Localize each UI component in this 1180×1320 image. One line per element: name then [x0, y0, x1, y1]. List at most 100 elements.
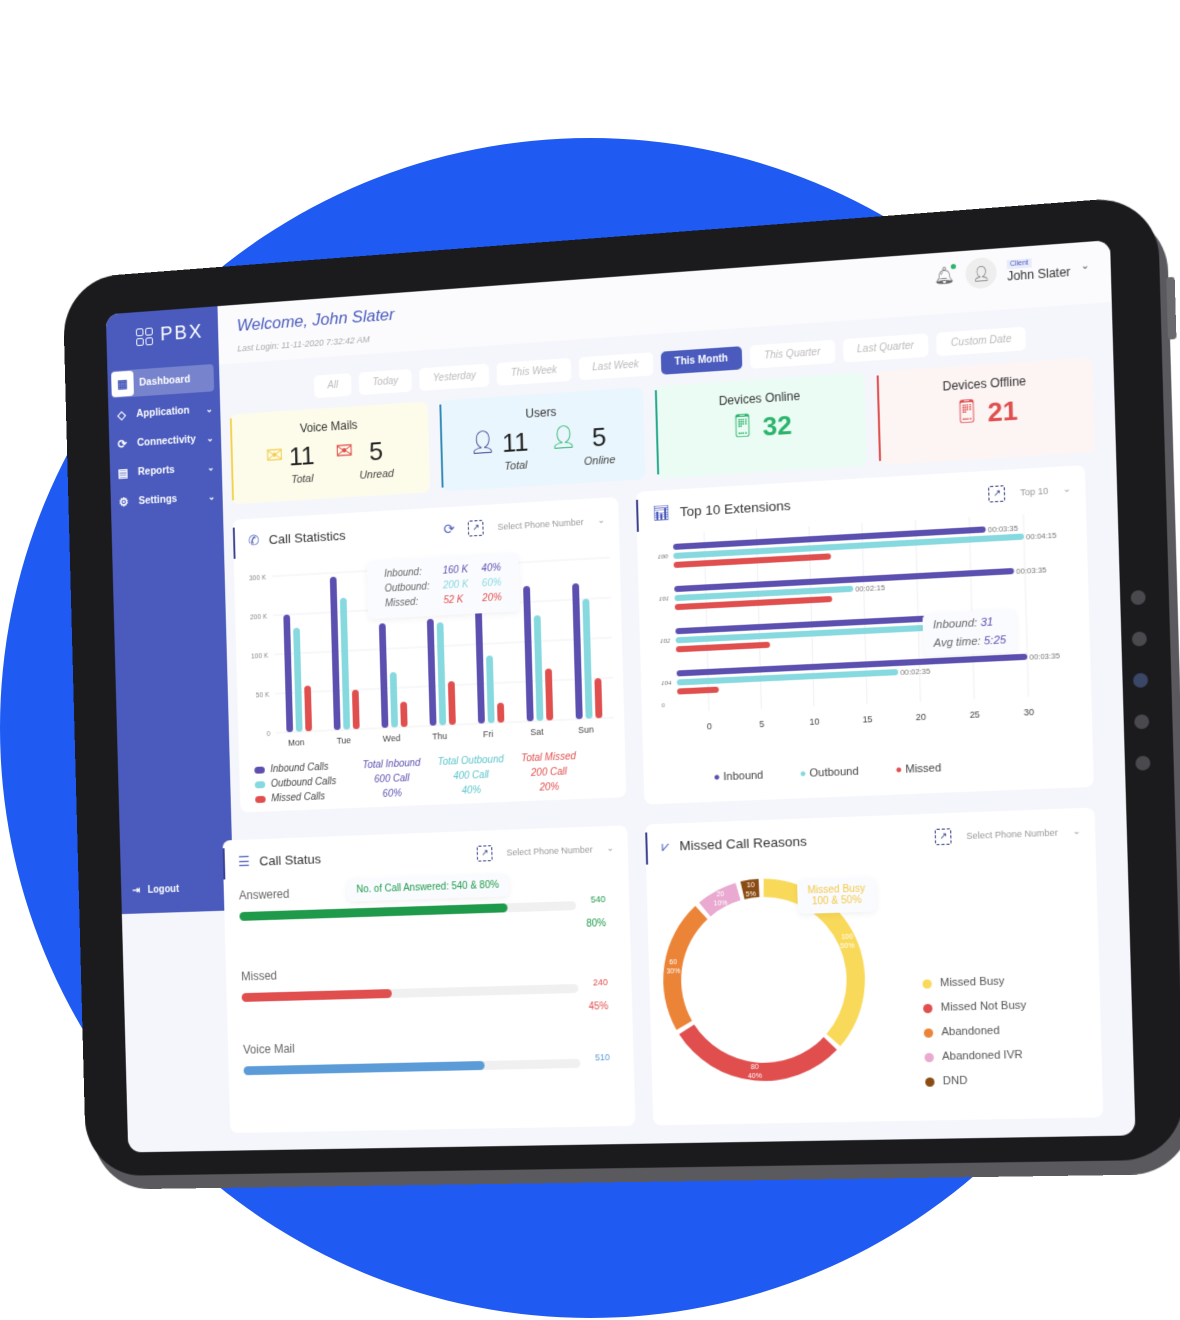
- refresh-icon[interactable]: ⟳: [443, 521, 455, 538]
- bell-icon[interactable]: 🔔︎: [934, 263, 956, 287]
- legend-dot: [923, 1003, 933, 1013]
- sensor-dot: [1134, 714, 1150, 730]
- x-tick-label: 0: [707, 721, 712, 732]
- chevron-down-icon[interactable]: ⌄: [1081, 260, 1090, 272]
- sidebar-item-dashboard[interactable]: ▦ Dashboard: [111, 364, 215, 399]
- top-n-select[interactable]: Top 10: [1020, 485, 1049, 497]
- bar-missed-calls: [544, 668, 554, 721]
- report-icon: ▤: [117, 465, 129, 481]
- status-percent: 80%: [586, 918, 607, 930]
- top-extensions-chart: 0 5 10 15 20 25 30 0 100 00:03:35 00:04:15 101 00:03…: [657, 510, 1060, 732]
- bar-outbound-calls: [436, 622, 447, 726]
- expand-icon[interactable]: ↗: [935, 827, 952, 845]
- call-statistics-panel: ✆ Call Statistics ⟳ ↗ Select Phone Numbe…: [232, 496, 627, 813]
- tooltip-label: Avg time:: [933, 635, 981, 650]
- logout-button[interactable]: ⇥ Logout: [132, 884, 179, 896]
- phone-number-select[interactable]: Select Phone Number: [506, 844, 593, 857]
- hbar-missed: [675, 641, 771, 653]
- legend-dot: [924, 1052, 934, 1062]
- chevron-down-icon[interactable]: ⌄: [1072, 826, 1080, 838]
- bar-outbound-calls: [486, 655, 495, 724]
- bar-outbound-calls: [583, 599, 593, 720]
- sidebar: PBX ▦ Dashboard ◇ Application ⌄ ⟳ Connectivity…: [105, 306, 234, 915]
- tooltip-value: 52 K: [443, 594, 464, 607]
- chevron-down-icon[interactable]: ⌄: [1063, 483, 1071, 495]
- status-progress: [243, 1058, 581, 1076]
- filter-last-week[interactable]: Last Week: [578, 352, 654, 381]
- filter-last-quarter[interactable]: Last Quarter: [842, 333, 929, 363]
- tooltip-value: 200 K: [442, 579, 469, 592]
- phone-number-select[interactable]: Select Phone Number: [497, 516, 583, 531]
- y-tick-label: 104: [661, 680, 672, 688]
- status-label: Missed: [240, 968, 278, 984]
- filter-this-week[interactable]: This Week: [496, 357, 571, 386]
- chevron-down-icon[interactable]: ⌄: [597, 515, 605, 526]
- sidebar-nav: ▦ Dashboard ◇ Application ⌄ ⟳ Connectivity ⌄ ▤ Re…: [107, 364, 223, 517]
- sidebar-item-label: Dashboard: [139, 373, 191, 389]
- logout-icon: ⇥: [132, 885, 141, 897]
- total-outbound: Total Outbound 400 Call 40%: [437, 754, 504, 797]
- filter-this-quarter[interactable]: This Quarter: [749, 339, 835, 369]
- card-voice-mails[interactable]: Voice Mails ✉ 11 Total ✉ 5 Unread: [229, 401, 431, 505]
- x-tick-label: 15: [862, 714, 873, 725]
- bar-missed-calls: [304, 685, 313, 732]
- filter-this-month[interactable]: This Month: [660, 346, 743, 375]
- slice-pct-label: 30%: [666, 968, 680, 976]
- status-count: 540: [590, 894, 606, 905]
- expand-icon[interactable]: ↗: [476, 844, 493, 862]
- filter-custom-date[interactable]: Custom Date: [936, 326, 1027, 357]
- user-menu[interactable]: 🔔︎ 👤︎ Client John Slater ⌄: [934, 250, 1090, 292]
- app-logo[interactable]: PBX: [106, 306, 219, 350]
- bar-outbound-calls: [533, 615, 544, 722]
- slice-value-label: 60: [669, 959, 677, 966]
- expand-icon[interactable]: ↗: [468, 519, 485, 537]
- welcome-title: Welcome, John Slater: [236, 304, 395, 336]
- bar-missed-calls: [447, 681, 456, 725]
- slice-pct-label: 50%: [840, 943, 854, 951]
- camera-lens: [1132, 672, 1149, 688]
- grid-icon: ▦: [111, 370, 134, 398]
- legend-item: ● Inbound: [713, 769, 764, 784]
- y-tick-label: 50 K: [256, 692, 270, 700]
- call-stats-tooltip: Inbound: 160 K 40% Outbound: 200 K 60% Misse…: [366, 552, 520, 620]
- sidebar-item-settings[interactable]: ⚙ Settings ⌄: [111, 482, 223, 516]
- bar-inbound-calls: [283, 614, 294, 733]
- slice-value-label: 100: [841, 934, 853, 942]
- sidebar-item-reports[interactable]: ▤ Reports ⌄: [110, 453, 222, 487]
- slice-value-label: 80: [751, 1064, 759, 1071]
- gridline: [809, 526, 814, 706]
- chart-trend-icon: ⩗: [661, 837, 670, 855]
- y-tick-label: 0: [661, 702, 665, 709]
- card-devices-offline[interactable]: Devices Offline 📱︎ 21: [876, 357, 1095, 466]
- card-users[interactable]: Users 👤︎ 11 Total 👤︎ 5 Online: [439, 387, 646, 492]
- chevron-down-icon: ⌄: [206, 432, 214, 443]
- phone-number-select[interactable]: Select Phone Number: [966, 827, 1058, 841]
- filter-today[interactable]: Today: [358, 368, 412, 396]
- stat-label: Unread: [359, 467, 395, 482]
- notification-dot: [950, 263, 956, 270]
- x-tick-label: 20: [916, 711, 927, 722]
- filter-all[interactable]: All: [313, 373, 352, 399]
- panel-title: Call Statistics: [268, 527, 346, 548]
- legend-label: Inbound Calls: [270, 761, 329, 776]
- legend-swatch: [255, 795, 266, 804]
- device-online-icon: 📱︎: [728, 411, 757, 439]
- tooltip-value: 31: [980, 616, 994, 630]
- tooltip-label: Missed:: [384, 596, 419, 610]
- bar-inbound-calls: [523, 585, 534, 722]
- progress-fill: [241, 989, 392, 1002]
- progress-fill: [239, 903, 508, 921]
- tooltip-value: 160 K: [442, 564, 469, 577]
- chevron-down-icon[interactable]: ⌄: [606, 843, 614, 854]
- card-devices-online[interactable]: Devices Online 📱︎ 32: [654, 372, 867, 479]
- avatar[interactable]: 👤︎: [964, 256, 997, 290]
- filter-yesterday[interactable]: Yesterday: [419, 363, 490, 392]
- expand-icon[interactable]: ↗: [988, 484, 1006, 503]
- bar-value-label: 00:03:35: [1029, 651, 1060, 662]
- stat-label: Total: [504, 459, 528, 473]
- sensor-dot: [1131, 631, 1147, 647]
- tablet-frame: PBX ▦ Dashboard ◇ Application ⌄ ⟳ Connectivity…: [62, 195, 1180, 1177]
- devices-offline-count: 21: [987, 395, 1019, 428]
- side-button: [1166, 276, 1177, 340]
- x-tick-label: Sun: [578, 724, 594, 735]
